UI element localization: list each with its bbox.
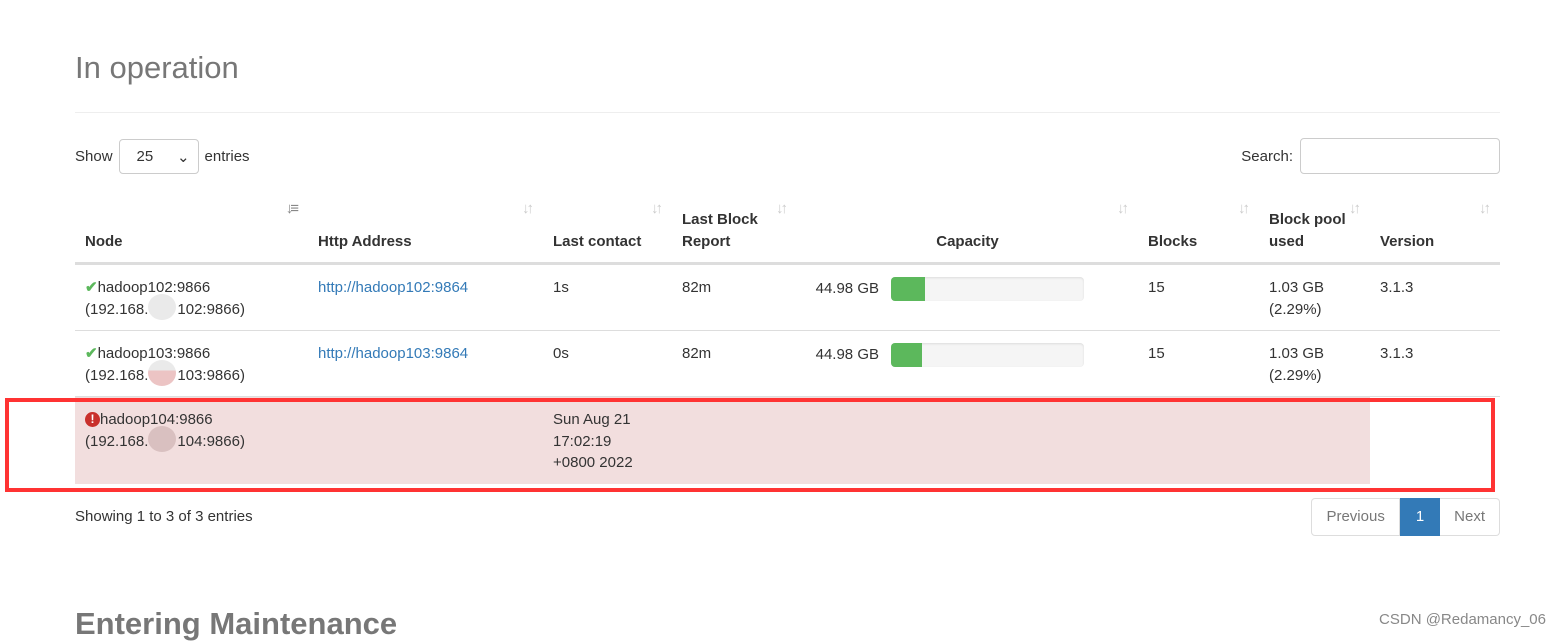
check-icon: ✔ <box>85 279 98 296</box>
column-header-http-address[interactable]: Http Address ↓↑ <box>308 190 543 265</box>
column-header-blocks[interactable]: Blocks ↓↑ <box>1138 190 1259 265</box>
pagination: Previous 1 Next <box>1311 498 1500 536</box>
node-cell: ✔hadoop103:9866 (192.168. 103:9866) <box>75 330 308 397</box>
redacted-mask <box>148 359 177 386</box>
search-input[interactable] <box>1300 138 1500 174</box>
entries-select[interactable]: 25 ⌄ <box>118 139 199 174</box>
block-pool-used: 1.03 GB (2.29%) <box>1259 263 1370 331</box>
column-header-version[interactable]: Version ↓↑ <box>1370 190 1500 265</box>
section-title: In operation <box>75 50 239 85</box>
watermark: CSDN @Redamancy_06 <box>1379 611 1546 628</box>
capacity-value: 44.98 GB <box>815 346 879 364</box>
entries-value: 25 <box>136 148 154 165</box>
sort-icon: ↓↑ <box>776 200 788 217</box>
block-pool-used: 1.03 GB (2.29%) <box>1259 330 1370 397</box>
length-control: Show 25 ⌄ entries <box>75 138 250 175</box>
datanode-table: Node ↓≡ Http Address ↓↑ Last contact ↓↑ Las… <box>75 190 1500 484</box>
column-header-last-contact[interactable]: Last contact ↓↑ <box>543 190 672 265</box>
redacted-mask <box>148 425 177 452</box>
table-row: ✔hadoop103:9866 (192.168. 103:9866) http:/… <box>75 330 1500 397</box>
check-icon: ✔ <box>85 345 98 362</box>
show-label: Show <box>75 148 113 165</box>
blocks: 15 <box>1138 263 1259 331</box>
exclamation-icon: ! <box>85 412 100 427</box>
version: 3.1.3 <box>1370 263 1500 331</box>
sort-icon: ↓↑ <box>651 200 663 217</box>
column-header-block-pool-used[interactable]: Block pool used ↓↑ <box>1259 190 1370 265</box>
capacity-fill <box>891 343 923 367</box>
last-contact: 0s <box>543 330 672 397</box>
column-header-node[interactable]: Node ↓≡ <box>75 190 308 265</box>
http-address-link[interactable]: http://hadoop102:9864 <box>318 279 468 296</box>
entries-label: entries <box>204 148 250 165</box>
capacity-bar <box>891 343 1084 367</box>
http-address-link[interactable]: http://hadoop103:9864 <box>318 345 468 362</box>
sort-asc-icon: ↓≡ <box>285 200 299 217</box>
sort-icon: ↓↑ <box>1238 200 1250 217</box>
page-1-button[interactable]: 1 <box>1399 498 1441 536</box>
capacity-bar <box>891 277 1084 301</box>
table-row: ✔hadoop102:9866 (192.168. 102:9866) http:/… <box>75 263 1500 331</box>
blocks: 15 <box>1138 330 1259 397</box>
column-header-last-block-report[interactable]: Last Block Report ↓↑ <box>672 190 797 265</box>
capacity-fill <box>891 277 926 301</box>
capacity-value: 44.98 GB <box>815 280 879 298</box>
sort-icon: ↓↑ <box>1117 200 1129 217</box>
redacted-mask <box>148 293 177 320</box>
search-label: Search: <box>1241 147 1293 165</box>
last-block-report: 82m <box>672 263 797 331</box>
table-info: Showing 1 to 3 of 3 entries <box>75 508 253 525</box>
sort-icon: ↓↑ <box>522 200 534 217</box>
version: 3.1.3 <box>1370 330 1500 397</box>
table-row-dead: ! hadoop104:9866 (192.168. 104:9866) Sun Au… <box>75 396 1500 484</box>
previous-button[interactable]: Previous <box>1311 498 1400 536</box>
sort-icon: ↓↑ <box>1349 200 1361 217</box>
column-header-capacity[interactable]: Capacity ↓↑ <box>797 190 1138 265</box>
last-contact: Sun Aug 21 17:02:19 +0800 2022 <box>543 396 672 484</box>
last-block-report: 82m <box>672 330 797 397</box>
next-button[interactable]: Next <box>1440 498 1500 536</box>
search-control: Search: <box>1241 138 1500 174</box>
next-section-title: Entering Maintenance <box>75 606 398 641</box>
node-cell: ! hadoop104:9866 (192.168. 104:9866) <box>75 396 308 484</box>
node-cell: ✔hadoop102:9866 (192.168. 102:9866) <box>75 263 308 331</box>
last-contact: 1s <box>543 263 672 331</box>
divider <box>75 112 1500 113</box>
chevron-down-icon: ⌄ <box>176 148 190 166</box>
sort-icon: ↓↑ <box>1479 200 1491 217</box>
